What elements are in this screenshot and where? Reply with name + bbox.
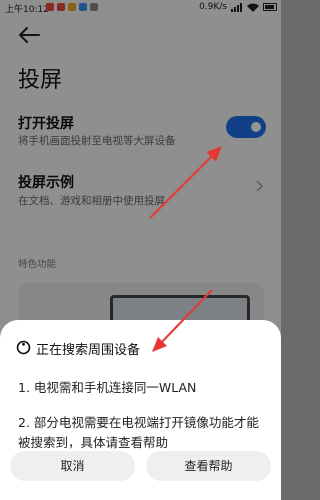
loading-spinner-icon (16, 340, 31, 355)
cancel-button[interactable]: 取消 (10, 451, 135, 481)
instruction-1: 1. 电视需和手机连接同一WLAN (18, 380, 197, 395)
view-help-button[interactable]: 查看帮助 (146, 451, 271, 481)
instruction-2: 2. 部分电视需要在电视端打开镜像功能才能被搜索到，具体请查看帮助 (18, 415, 259, 450)
search-status-text: 正在搜索周围设备 (36, 343, 141, 358)
